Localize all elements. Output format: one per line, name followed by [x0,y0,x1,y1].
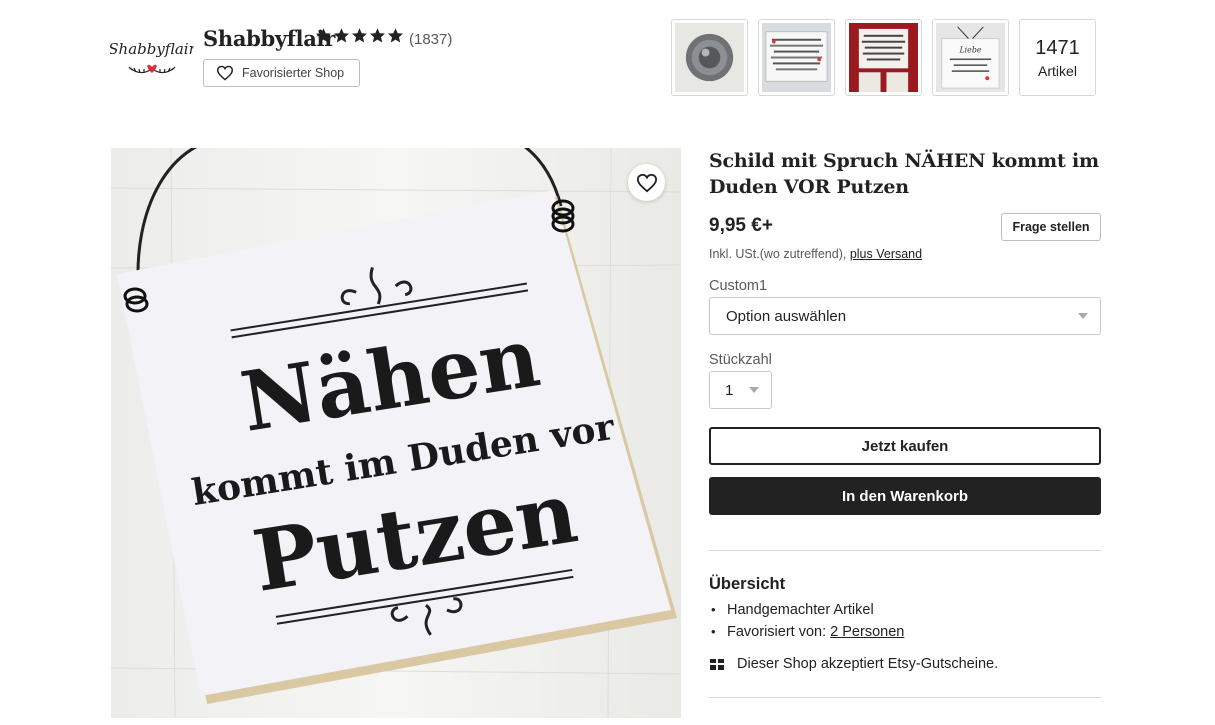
favorited-by-label: Favorisiert von: [727,624,827,640]
custom-option-label: Custom1 [709,278,768,294]
favorited-by-link[interactable]: 2 Personen [830,624,904,640]
shipping-link[interactable]: plus Versand [850,247,922,261]
ask-question-button[interactable]: Frage stellen [1001,213,1101,241]
shop-thumbnails: Liebe 1471 Artikel [671,19,1096,96]
tax-note-text: Inkl. USt.(wo zutreffend), [709,247,847,261]
shop-thumbnail[interactable]: Liebe [932,19,1009,96]
shop-logo[interactable]: Shabbyflair [108,26,197,90]
item-count-label: Artikel [1038,62,1077,79]
star-icon [316,28,331,43]
chevron-down-icon [749,387,759,393]
overview-title: Übersicht [709,575,786,593]
chevron-down-icon [1078,313,1088,319]
tax-note: Inkl. USt.(wo zutreffend), plus Versand [709,247,1101,261]
shop-header: Shabbyflair Shabbyflair (1837) Favorisie… [108,18,1100,98]
price-row: 9,95 €+ Frage stellen [709,213,1101,243]
favorite-shop-button[interactable]: Favorisierter Shop [203,59,360,87]
star-icon [334,28,349,43]
giftcard-notice: Dieser Shop akzeptiert Etsy-Gutscheine. [709,656,1101,672]
custom-option-value: Option auswählen [726,307,847,325]
shop-thumbnail[interactable] [758,19,835,96]
star-icon [352,28,367,43]
quantity-value: 1 [725,381,734,399]
favorite-shop-label: Favorisierter Shop [242,66,345,80]
divider [709,550,1101,551]
heart-icon [636,173,657,192]
review-count[interactable]: (1837) [409,31,452,48]
star-icon [370,28,385,43]
heart-icon [216,65,234,81]
star-icon [388,28,403,43]
shop-thumbnail[interactable] [671,19,748,96]
overview-favorited: Favorisiert von: 2 Personen [709,621,1101,643]
price: 9,95 €+ [709,215,773,236]
divider [709,697,1101,698]
listing-details: Schild mit Spruch NÄHEN kommt im Duden V… [709,148,1101,698]
giftcard-text: Dieser Shop akzeptiert Etsy-Gutscheine. [737,656,999,672]
product-image[interactable]: Nähen kommt im Duden vor Putzen [111,148,681,718]
quantity-select[interactable]: 1 [709,371,772,409]
item-count-number: 1471 [1035,36,1080,59]
listing-title: Schild mit Spruch NÄHEN kommt im Duden V… [709,150,1099,198]
shop-logo-text: Shabbyflair [110,40,194,58]
custom-option-select[interactable]: Option auswählen [709,297,1101,335]
star-rating[interactable] [315,27,404,44]
overview-handmade: Handgemachter Artikel [709,599,1101,621]
favorite-item-button[interactable] [628,164,665,201]
gift-card-icon [710,659,724,670]
add-to-cart-button[interactable]: In den Warenkorb [709,477,1101,515]
buy-now-button[interactable]: Jetzt kaufen [709,427,1101,465]
svg-text:Liebe: Liebe [958,46,981,55]
shop-item-count[interactable]: 1471 Artikel [1019,19,1096,96]
shop-thumbnail[interactable] [845,19,922,96]
quantity-label: Stückzahl [709,352,772,368]
overview-list: Handgemachter Artikel Favorisiert von: 2… [709,599,1101,643]
